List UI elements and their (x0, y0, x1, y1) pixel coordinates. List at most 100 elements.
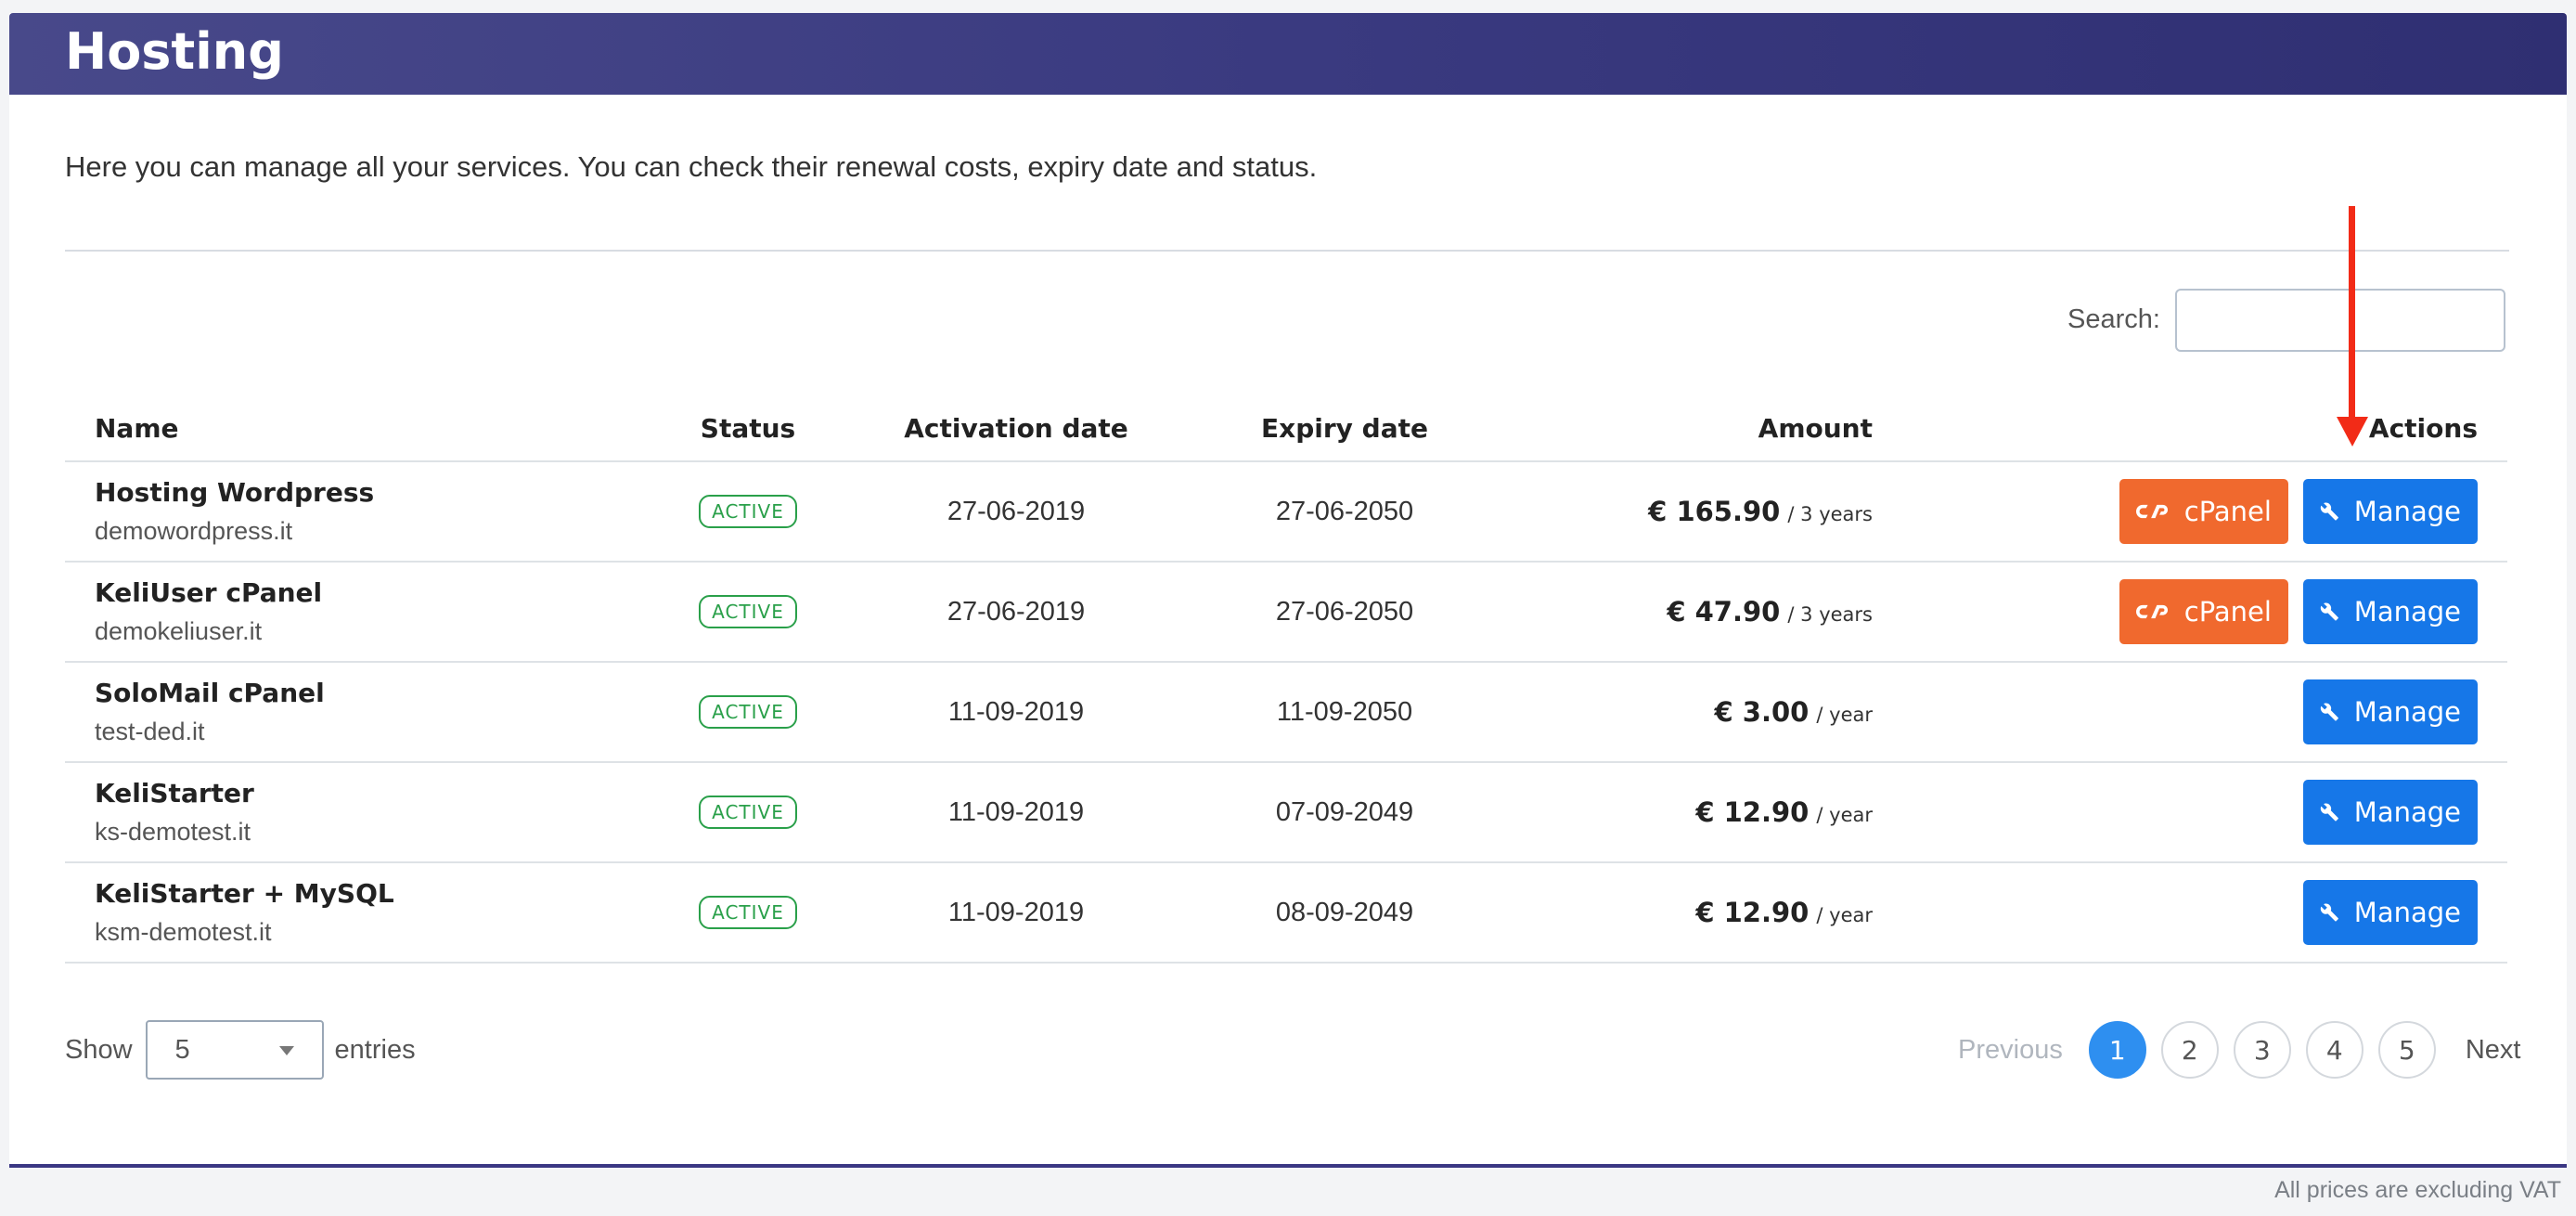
column-header-amount[interactable]: Amount (1509, 395, 1902, 462)
activation-date: 11-09-2019 (852, 662, 1180, 763)
actions-cell: Manage (1902, 762, 2507, 863)
manage-button-label: Manage (2353, 596, 2461, 627)
service-cell: Hosting Wordpress demowordpress.it (65, 461, 644, 563)
page-button-4[interactable]: 4 (2305, 1021, 2363, 1079)
amount-period: / 3 years (1787, 502, 1873, 525)
amount-cell: € 12.90 / year (1509, 862, 1902, 964)
manage-button-label: Manage (2353, 897, 2461, 928)
service-domain: ks-demotest.it (95, 818, 251, 846)
status-badge: ACTIVE (699, 595, 797, 628)
status-badge: ACTIVE (699, 695, 797, 729)
amount-cell: € 165.90 / 3 years (1509, 461, 1902, 563)
wrench-icon (2320, 903, 2338, 922)
table-row: KeliUser cPanel demokeliuser.it ACTIVE 2… (65, 562, 2507, 663)
service-name: KeliStarter + MySQL (95, 878, 394, 909)
manage-button[interactable]: Manage (2303, 479, 2478, 544)
activation-date: 27-06-2019 (852, 562, 1180, 663)
status-cell: ACTIVE (644, 762, 852, 863)
entries-length-control: Show 5 entries (65, 1019, 416, 1080)
cpanel-button[interactable]: cPanel (2119, 579, 2288, 644)
manage-button[interactable]: Manage (2303, 780, 2478, 845)
amount-value: € 165.90 (1648, 495, 1781, 527)
table-header-row: Name Status Activation date Expiry date … (65, 395, 2507, 462)
manage-button[interactable]: Manage (2303, 579, 2478, 644)
service-cell: SoloMail cPanel test-ded.it (65, 662, 644, 763)
status-badge: ACTIVE (699, 796, 797, 829)
page-button-2[interactable]: 2 (2160, 1021, 2219, 1079)
expiry-date: 08-09-2049 (1180, 862, 1509, 964)
service-domain: demowordpress.it (95, 517, 293, 545)
activation-date: 11-09-2019 (852, 762, 1180, 863)
vat-note: All prices are excluding VAT (2274, 1177, 2561, 1203)
annotation-arrow-shaft (2349, 206, 2355, 420)
table-row: KeliStarter + MySQL ksm-demotest.it ACTI… (65, 862, 2507, 964)
actions-cell: Manage (1902, 662, 2507, 763)
hosting-card: Hosting Here you can manage all your ser… (9, 13, 2567, 1168)
amount-cell: € 3.00 / year (1509, 662, 1902, 763)
intro-text: Here you can manage all your services. Y… (65, 150, 1318, 183)
amount-cell: € 12.90 / year (1509, 762, 1902, 863)
status-cell: ACTIVE (644, 461, 852, 563)
service-domain: demokeliuser.it (95, 617, 263, 645)
status-badge: ACTIVE (699, 495, 797, 528)
column-header-activation-date[interactable]: Activation date (852, 395, 1180, 462)
manage-button-label: Manage (2353, 796, 2461, 828)
search-input[interactable] (2175, 289, 2505, 352)
actions-cell: cPanel Manage (1902, 562, 2507, 663)
status-cell: ACTIVE (644, 662, 852, 763)
manage-button-label: Manage (2353, 696, 2461, 728)
service-domain: ksm-demotest.it (95, 918, 272, 946)
page-button-1[interactable]: 1 (2088, 1021, 2146, 1079)
actions-cell: cPanel Manage (1902, 461, 2507, 563)
expiry-date: 07-09-2049 (1180, 762, 1509, 863)
expiry-date: 27-06-2050 (1180, 562, 1509, 663)
activation-date: 27-06-2019 (852, 461, 1180, 563)
service-domain: test-ded.it (95, 718, 205, 745)
pagination-previous[interactable]: Previous (1958, 1035, 2063, 1066)
table-row: KeliStarter ks-demotest.it ACTIVE 11-09-… (65, 762, 2507, 863)
show-label: Show (65, 1034, 133, 1065)
service-cell: KeliUser cPanel demokeliuser.it (65, 562, 644, 663)
amount-period: / year (1816, 803, 1873, 826)
actions-cell: Manage (1902, 862, 2507, 964)
amount-value: € 3.00 (1714, 695, 1810, 728)
chevron-down-icon (278, 1046, 294, 1055)
entries-select[interactable]: 5 (145, 1020, 324, 1080)
expiry-date: 27-06-2050 (1180, 461, 1509, 563)
column-header-status[interactable]: Status (644, 395, 852, 462)
table-row: SoloMail cPanel test-ded.it ACTIVE 11-09… (65, 662, 2507, 763)
status-cell: ACTIVE (644, 862, 852, 964)
manage-button[interactable]: Manage (2303, 679, 2478, 744)
wrench-icon (2320, 803, 2338, 821)
column-header-actions: Actions (1902, 395, 2507, 462)
pagination-next[interactable]: Next (2466, 1035, 2521, 1066)
service-cell: KeliStarter ks-demotest.it (65, 762, 644, 863)
wrench-icon (2320, 602, 2338, 621)
entries-label: entries (334, 1034, 416, 1065)
status-cell: ACTIVE (644, 562, 852, 663)
column-header-expiry-date[interactable]: Expiry date (1180, 395, 1509, 462)
column-header-name[interactable]: Name (65, 395, 644, 462)
service-name: SoloMail cPanel (95, 678, 325, 708)
status-badge: ACTIVE (699, 896, 797, 929)
entries-select-value: 5 (174, 1034, 190, 1065)
cpanel-logo-icon (2135, 504, 2168, 519)
pagination: Previous 1 2 3 4 5 Next (1958, 1019, 2520, 1080)
amount-cell: € 47.90 / 3 years (1509, 562, 1902, 663)
page-button-5[interactable]: 5 (2377, 1021, 2436, 1079)
amount-value: € 12.90 (1695, 896, 1810, 928)
amount-period: / year (1816, 703, 1873, 726)
services-table: Name Status Activation date Expiry date … (65, 395, 2507, 964)
amount-period: / 3 years (1787, 602, 1873, 626)
wrench-icon (2320, 502, 2338, 521)
page-title: Hosting (65, 22, 284, 81)
search-label: Search: (2067, 304, 2160, 334)
activation-date: 11-09-2019 (852, 862, 1180, 964)
card-header: Hosting (9, 13, 2567, 95)
cpanel-button[interactable]: cPanel (2119, 479, 2288, 544)
manage-button[interactable]: Manage (2303, 880, 2478, 945)
amount-value: € 47.90 (1667, 595, 1781, 627)
page-button-3[interactable]: 3 (2233, 1021, 2291, 1079)
arrow-down-icon (2337, 417, 2368, 446)
service-name: KeliStarter (95, 778, 254, 809)
